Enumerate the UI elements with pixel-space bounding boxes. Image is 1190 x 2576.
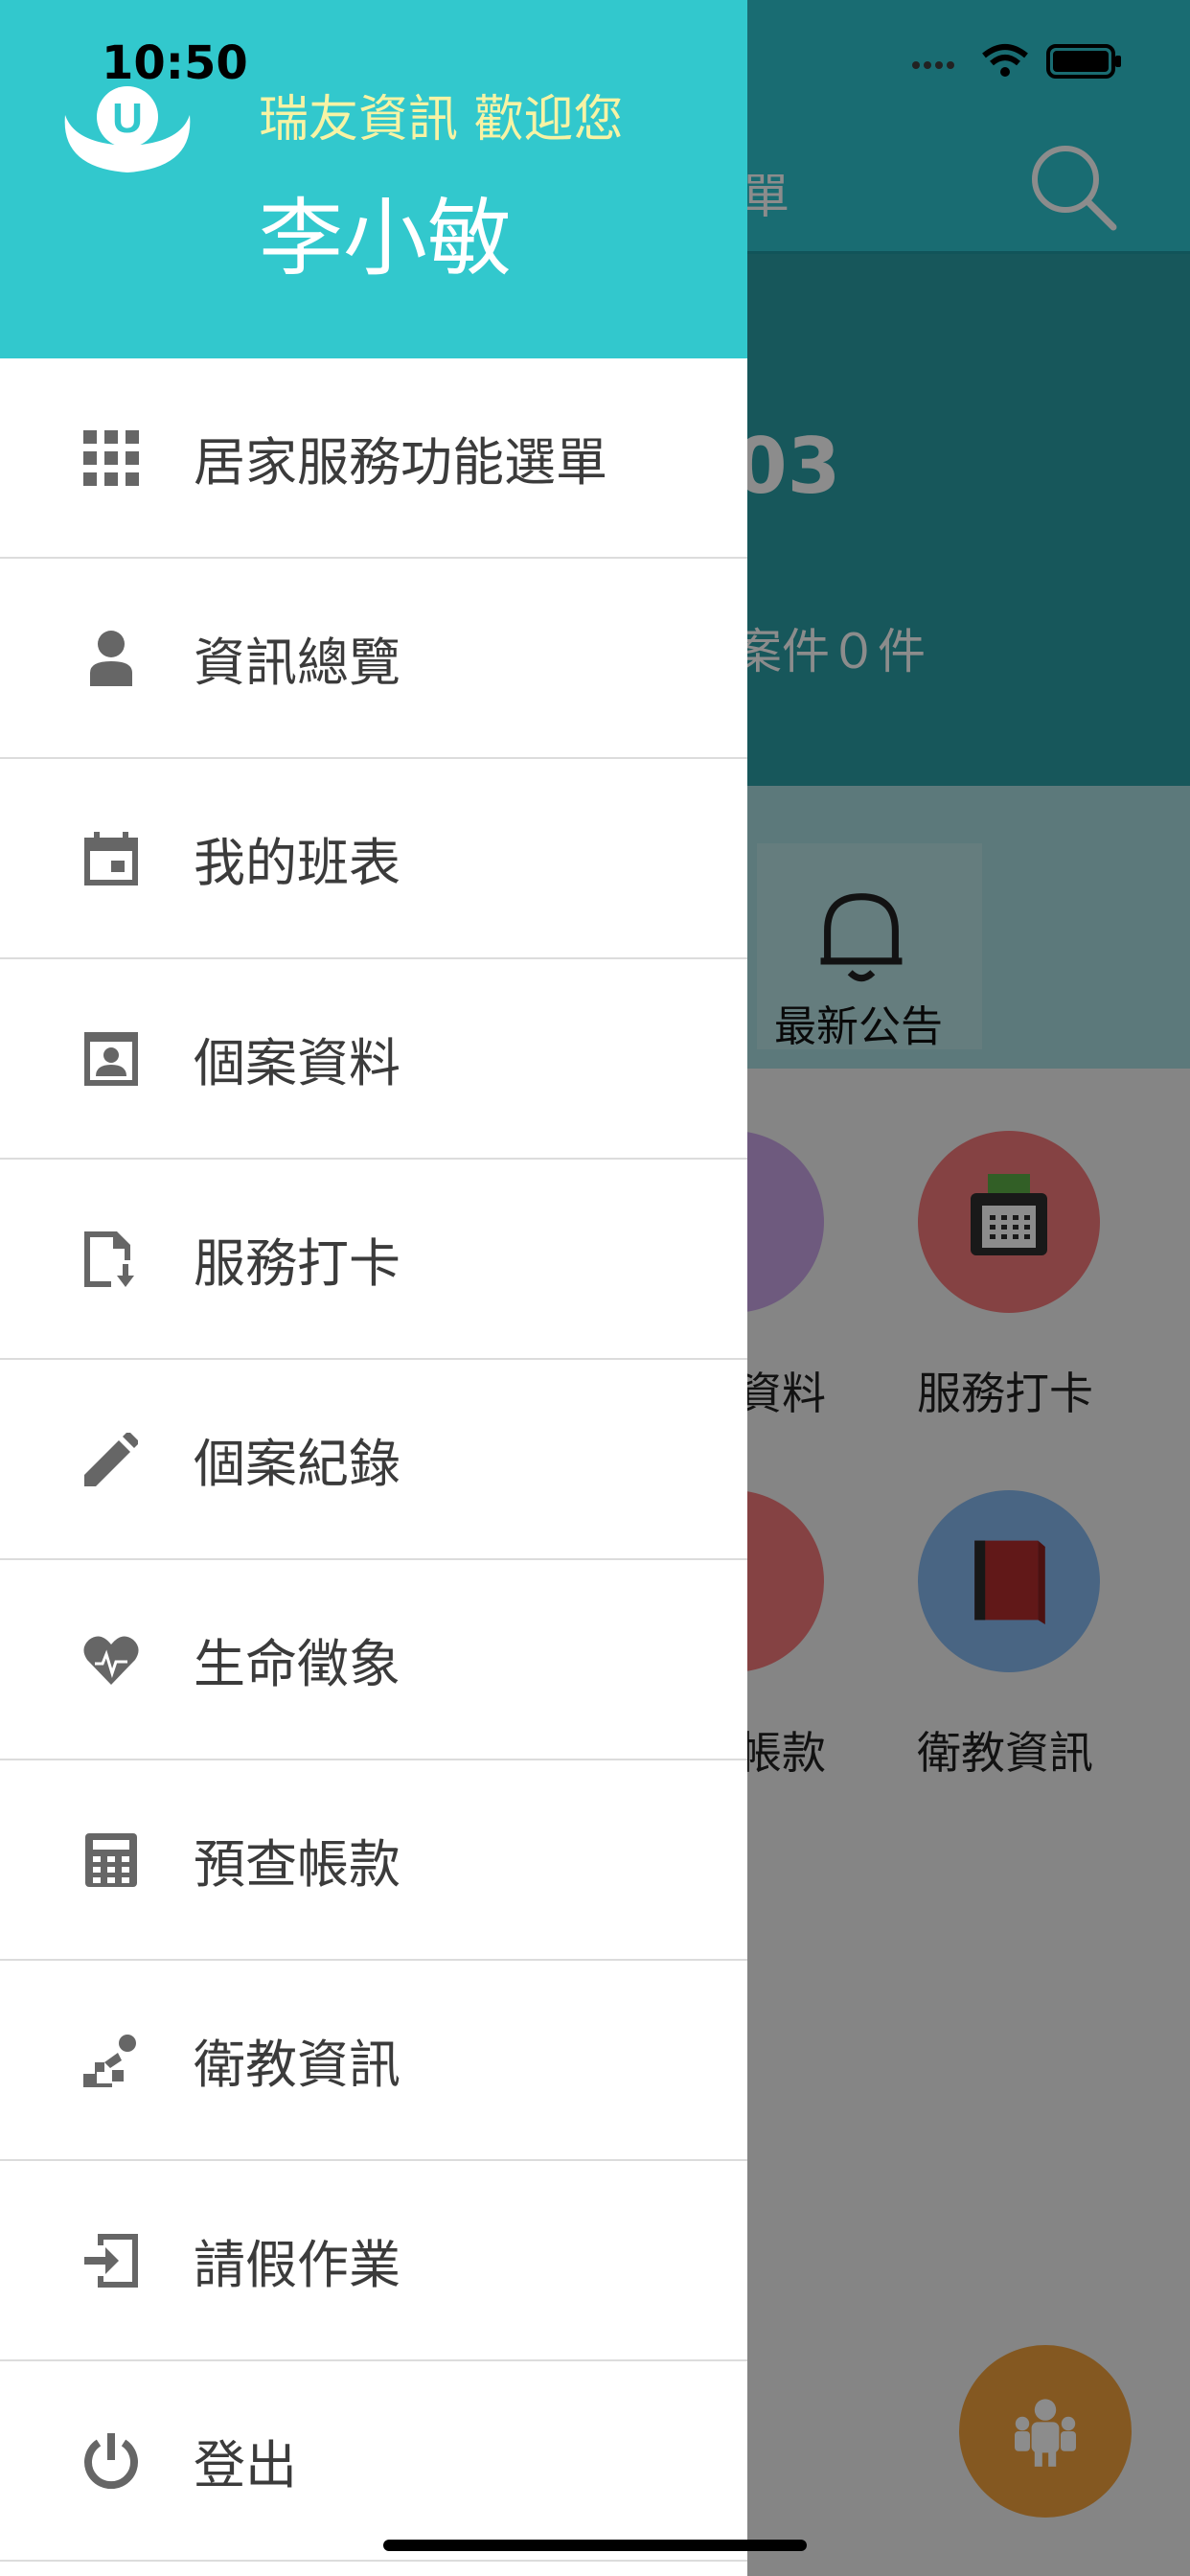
leave-icon <box>82 2232 140 2289</box>
drawer-menu: 居家服務功能選單 資訊總覽 我的班表 個案資料 服務打卡 個案紀錄 生命徵象 預… <box>0 358 747 2562</box>
menu-item-leave-request[interactable]: 請假作業 <box>0 2161 747 2361</box>
battery-icon <box>1046 44 1121 79</box>
heart-pulse-icon <box>82 1631 140 1689</box>
menu-item-schedule[interactable]: 我的班表 <box>0 759 747 959</box>
menu-item-vital-signs[interactable]: 生命徵象 <box>0 1560 747 1760</box>
status-time: 10:50 <box>102 36 248 90</box>
pencil-icon <box>82 1431 140 1488</box>
menu-item-label: 登出 <box>194 2435 297 2496</box>
menu-item-label: 居家服務功能選單 <box>194 432 607 493</box>
person-icon <box>82 630 140 687</box>
signal-icon <box>912 61 954 69</box>
menu-item-label: 請假作業 <box>194 2235 400 2295</box>
app-logo-icon: U <box>64 86 191 172</box>
menu-item-label: 個案紀錄 <box>194 1434 400 1494</box>
portrait-icon <box>82 1030 140 1088</box>
clock-in-icon <box>82 1230 140 1288</box>
calculator-icon <box>82 1831 140 1889</box>
menu-item-label: 我的班表 <box>194 833 400 893</box>
stairs-person-icon <box>82 2032 140 2089</box>
menu-item-label: 資訊總覽 <box>194 632 400 693</box>
wifi-icon <box>982 44 1028 77</box>
menu-item-health-education[interactable]: 衛教資訊 <box>0 1961 747 2161</box>
menu-item-overview[interactable]: 資訊總覽 <box>0 559 747 759</box>
navigation-drawer: U 瑞友資訊 歡迎您 李小敏 居家服務功能選單 資訊總覽 我的班表 個案資料 服… <box>0 0 747 2576</box>
logout-icon <box>82 2432 140 2490</box>
menu-item-case-data[interactable]: 個案資料 <box>0 959 747 1160</box>
menu-item-label: 服務打卡 <box>194 1233 400 1294</box>
status-icons <box>910 42 1123 80</box>
welcome-text: 瑞友資訊 歡迎您 <box>259 91 624 149</box>
menu-item-case-record[interactable]: 個案紀錄 <box>0 1360 747 1560</box>
menu-item-label: 生命徵象 <box>194 1634 400 1694</box>
calendar-icon <box>82 830 140 887</box>
menu-item-label: 個案資料 <box>194 1033 400 1093</box>
user-name: 李小敏 <box>259 189 513 288</box>
menu-item-account-preview[interactable]: 預查帳款 <box>0 1760 747 1961</box>
menu-item-home-menu[interactable]: 居家服務功能選單 <box>0 358 747 559</box>
menu-item-label: 預查帳款 <box>194 1834 400 1895</box>
grid-icon <box>82 429 140 487</box>
menu-item-label: 衛教資訊 <box>194 2035 400 2095</box>
menu-item-clock-in[interactable]: 服務打卡 <box>0 1160 747 1360</box>
menu-item-logout[interactable]: 登出 <box>0 2361 747 2562</box>
svg-text:U: U <box>112 95 143 142</box>
home-indicator <box>383 2540 807 2551</box>
